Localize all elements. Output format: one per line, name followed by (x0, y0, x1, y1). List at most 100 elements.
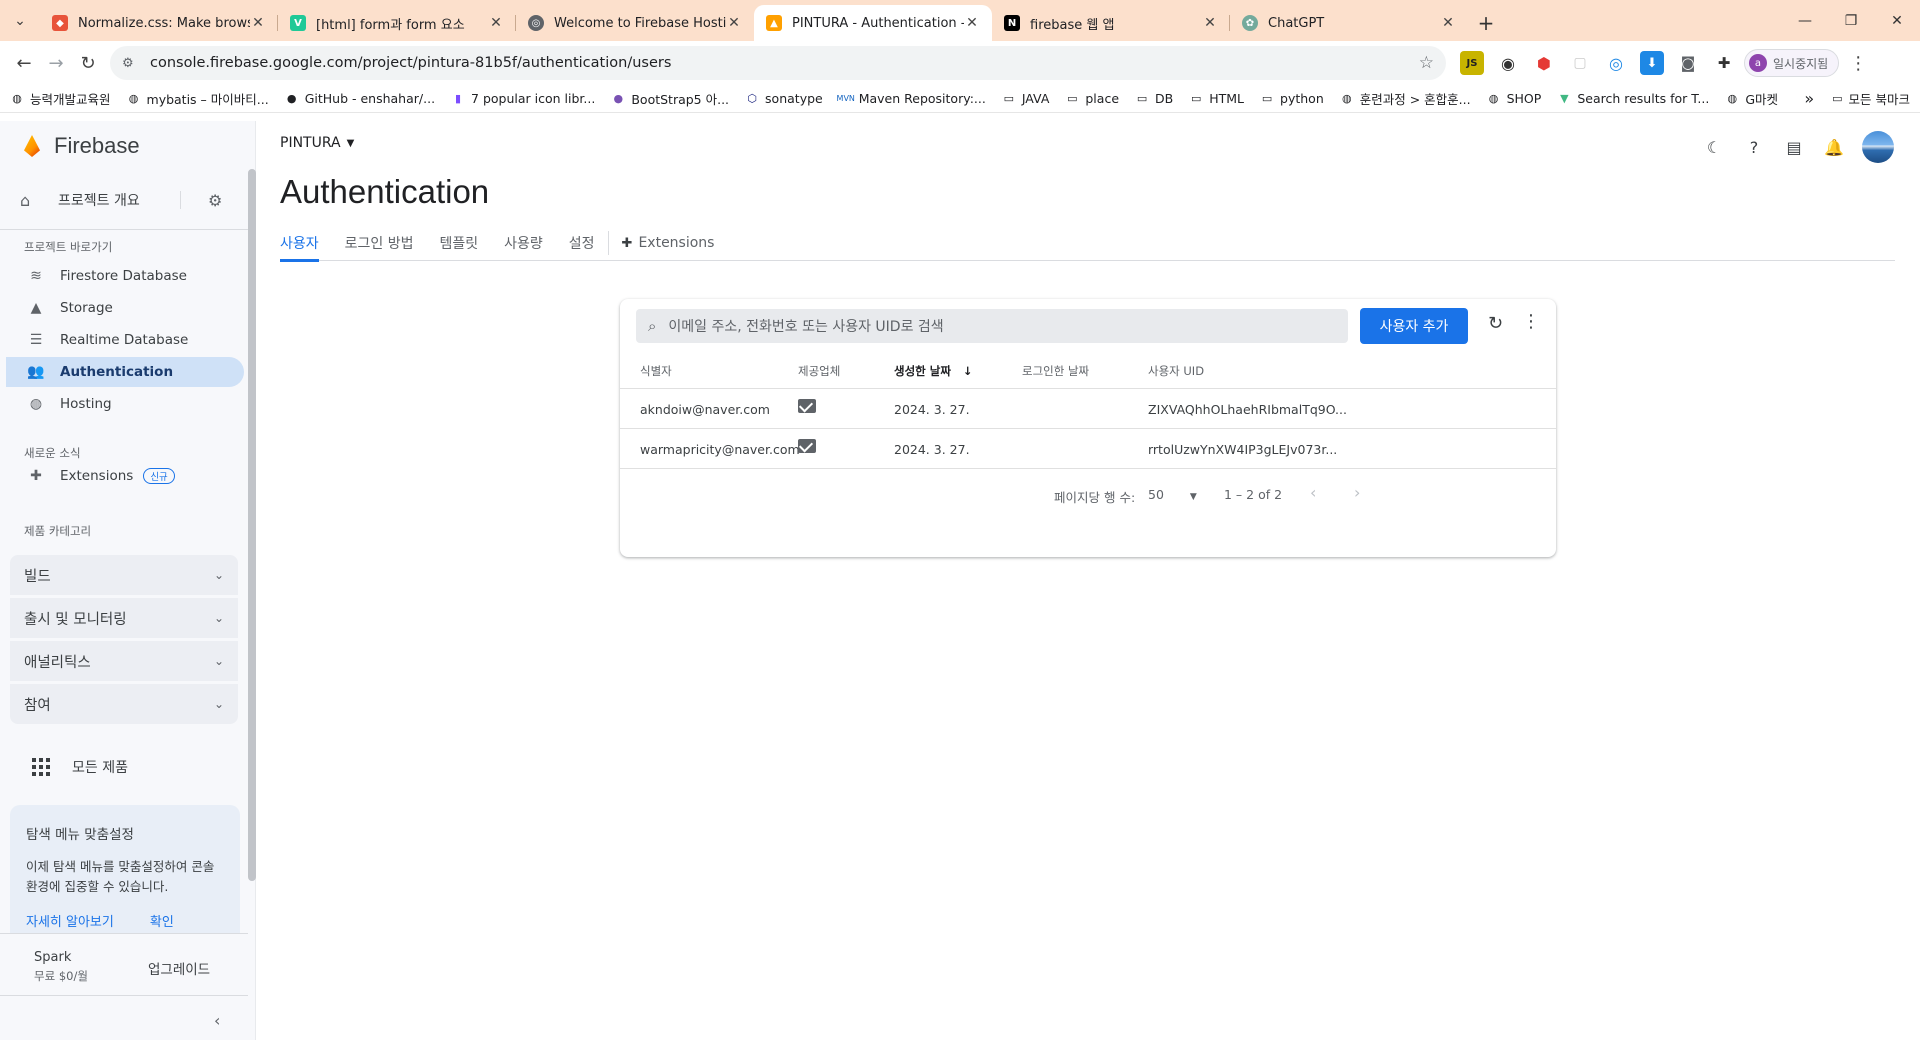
column-header-signed-in[interactable]: 로그인한 날짜 (1022, 363, 1089, 379)
browser-tab[interactable]: ◎ Welcome to Firebase Hosting ✕ (516, 5, 754, 41)
category-release-monitor[interactable]: 출시 및 모니터링 ⌄ (10, 598, 238, 638)
bookmark-folder[interactable]: ▭ place (1065, 91, 1119, 106)
user-search-input[interactable]: ⌕ 이메일 주소, 전화번호 또는 사용자 UID로 검색 (636, 309, 1348, 343)
browser-menu-icon[interactable]: ⋮ (1849, 53, 1867, 74)
notifications-bell-icon[interactable]: 🔔 (1822, 135, 1846, 159)
blank-extension-icon[interactable]: ▢ (1568, 51, 1592, 75)
close-tab-icon[interactable]: ✕ (488, 15, 504, 31)
tab-templates[interactable]: 템플릿 (427, 225, 492, 261)
url-text[interactable]: console.firebase.google.com/project/pint… (150, 55, 1419, 71)
column-header-provider[interactable]: 제공업체 (798, 363, 840, 379)
table-row[interactable]: akndoiw@naver.com 2024. 3. 27. ZIXVAQhhO… (620, 389, 1556, 429)
rows-per-page-select[interactable]: 50 ▼ (1148, 487, 1197, 502)
sidebar-item-firestore[interactable]: ≋ Firestore Database (6, 261, 244, 291)
bookmark-item[interactable]: ◍ SHOP (1487, 91, 1542, 106)
learn-more-link[interactable]: 자세히 알아보기 (26, 911, 114, 930)
add-user-button[interactable]: 사용자 추가 (1360, 308, 1468, 344)
prev-page-chevron-icon[interactable]: ‹ (1310, 483, 1316, 502)
tab-search-chevron-icon[interactable]: ⌄ (0, 0, 40, 41)
tab-extensions[interactable]: ✚ Extensions (609, 225, 728, 261)
project-overview-link[interactable]: ⌂ 프로젝트 개요 ⚙ (20, 185, 240, 215)
settings-gear-icon[interactable]: ⚙ (208, 191, 222, 210)
profile-button[interactable]: a 일시중지됨 (1744, 49, 1840, 77)
column-header-created[interactable]: 생성한 날짜 ↓ (894, 363, 973, 379)
bookmark-item[interactable]: ▮ 7 popular icon libr... (451, 91, 595, 106)
close-tab-icon[interactable]: ✕ (1440, 15, 1456, 31)
minimize-icon[interactable]: — (1782, 0, 1828, 41)
browser-tab[interactable]: N firebase 웹 앱 ✕ (992, 5, 1230, 41)
bookmark-folder[interactable]: ▭ DB (1135, 91, 1173, 106)
sidebar-item-storage[interactable]: ▲ Storage (6, 293, 244, 323)
release-notes-icon[interactable]: ▤ (1782, 135, 1806, 159)
tab-sign-in-method[interactable]: 로그인 방법 (332, 225, 427, 261)
tab-title: Normalize.css: Make browsers (78, 15, 250, 31)
sidebar-item-realtime-db[interactable]: ☰ Realtime Database (6, 325, 244, 355)
table-row[interactable]: warmapricity@naver.com 2024. 3. 27. rrto… (620, 429, 1556, 469)
bookmark-folder[interactable]: ▭ python (1260, 91, 1324, 106)
browser-tab[interactable]: V [html] form과 form 요소 ✕ (278, 5, 516, 41)
project-selector[interactable]: PINTURA ▼ (280, 135, 354, 151)
browser-tab-active[interactable]: ▲ PINTURA - Authentication - Fi ✕ (754, 5, 992, 41)
forward-arrow-icon[interactable]: → (40, 47, 72, 79)
close-tab-icon[interactable]: ✕ (250, 15, 266, 31)
js-extension-icon[interactable]: JS (1460, 51, 1484, 75)
tip-ok-button[interactable]: 확인 (150, 911, 174, 930)
browser-tab[interactable]: ◆ Normalize.css: Make browsers ✕ (40, 5, 278, 41)
dark-extension-icon[interactable]: ◉ (1496, 51, 1520, 75)
help-icon[interactable]: ? (1742, 135, 1766, 159)
refresh-icon[interactable]: ↻ (1488, 313, 1503, 334)
bookmark-star-icon[interactable]: ☆ (1419, 53, 1434, 73)
all-products-link[interactable]: 모든 제품 (32, 757, 128, 777)
column-header-uid[interactable]: 사용자 UID (1148, 363, 1204, 379)
tab-users[interactable]: 사용자 (280, 225, 332, 262)
download-extension-icon[interactable]: ⬇ (1640, 51, 1664, 75)
circle-extension-icon[interactable]: ◎ (1604, 51, 1628, 75)
close-window-icon[interactable]: ✕ (1874, 0, 1920, 41)
bookmark-item[interactable]: ● GitHub - enshahar/... (285, 91, 435, 106)
sidebar-item-authentication[interactable]: 👥 Authentication (6, 357, 244, 387)
address-bar[interactable]: ⚙ console.firebase.google.com/project/pi… (110, 46, 1446, 80)
browser-tab[interactable]: ✿ ChatGPT ✕ (1230, 5, 1468, 41)
sidebar-item-extensions[interactable]: ✚ Extensions 신규 (6, 461, 244, 491)
category-engage[interactable]: 참여 ⌄ (10, 684, 238, 724)
close-tab-icon[interactable]: ✕ (964, 15, 980, 31)
camera-extension-icon[interactable]: ◙ (1676, 51, 1700, 75)
bookmark-item[interactable]: ◍ 능력개발교육원 (10, 89, 110, 108)
site-info-icon[interactable]: ⚙ (122, 56, 140, 71)
bookmark-item[interactable]: ◍ G마켓 (1725, 89, 1779, 108)
bookmark-folder[interactable]: ▭ HTML (1189, 91, 1244, 106)
bookmark-item[interactable]: ● BootStrap5 아... (611, 89, 730, 108)
all-bookmarks-folder[interactable]: 모든 북마크 (1849, 89, 1910, 108)
close-tab-icon[interactable]: ✕ (726, 15, 742, 31)
bookmark-item[interactable]: ⬡ sonatype (745, 91, 822, 106)
sidebar-scrollbar[interactable] (248, 169, 256, 881)
caret-down-icon: ▼ (1189, 492, 1197, 502)
bookmark-item[interactable]: ◍ mybatis – 마이바티... (127, 89, 269, 108)
account-avatar[interactable] (1862, 131, 1894, 163)
bookmark-item[interactable]: ▼ Search results for T... (1557, 91, 1709, 106)
restore-icon[interactable]: ❐ (1828, 0, 1874, 41)
dark-mode-moon-icon[interactable]: ☾ (1702, 135, 1726, 159)
close-tab-icon[interactable]: ✕ (1202, 15, 1218, 31)
sidebar-item-hosting[interactable]: ◍ Hosting (6, 389, 244, 419)
more-vert-icon[interactable]: ⋮ (1522, 311, 1540, 332)
category-build[interactable]: 빌드 ⌄ (10, 555, 238, 595)
adblock-extension-icon[interactable]: ⬢ (1532, 51, 1556, 75)
bookmark-item[interactable]: ◍ 훈련과정 > 혼합훈... (1340, 89, 1471, 108)
more-bookmarks-chevron-icon[interactable]: » (1804, 89, 1814, 108)
category-analytics[interactable]: 애널리틱스 ⌄ (10, 641, 238, 681)
back-arrow-icon[interactable]: ← (8, 47, 40, 79)
upgrade-button[interactable]: 업그레이드 (148, 958, 210, 978)
collapse-sidebar-chevron-icon[interactable]: ‹ (214, 1011, 220, 1030)
puzzle-extensions-icon[interactable]: ✚ (1712, 51, 1736, 75)
bookmark-folder[interactable]: ▭ JAVA (1002, 91, 1050, 106)
search-icon: ⌕ (648, 317, 657, 335)
reload-icon[interactable]: ↻ (72, 47, 104, 79)
firebase-logo[interactable]: Firebase (22, 133, 140, 159)
tab-settings[interactable]: 설정 (556, 225, 608, 261)
tab-usage[interactable]: 사용량 (491, 225, 556, 261)
next-page-chevron-icon[interactable]: › (1354, 483, 1360, 502)
new-tab-plus-icon[interactable]: + (1468, 5, 1504, 41)
column-header-identifier[interactable]: 식별자 (640, 363, 672, 379)
bookmark-item[interactable]: MVN Maven Repository:... (837, 91, 986, 106)
